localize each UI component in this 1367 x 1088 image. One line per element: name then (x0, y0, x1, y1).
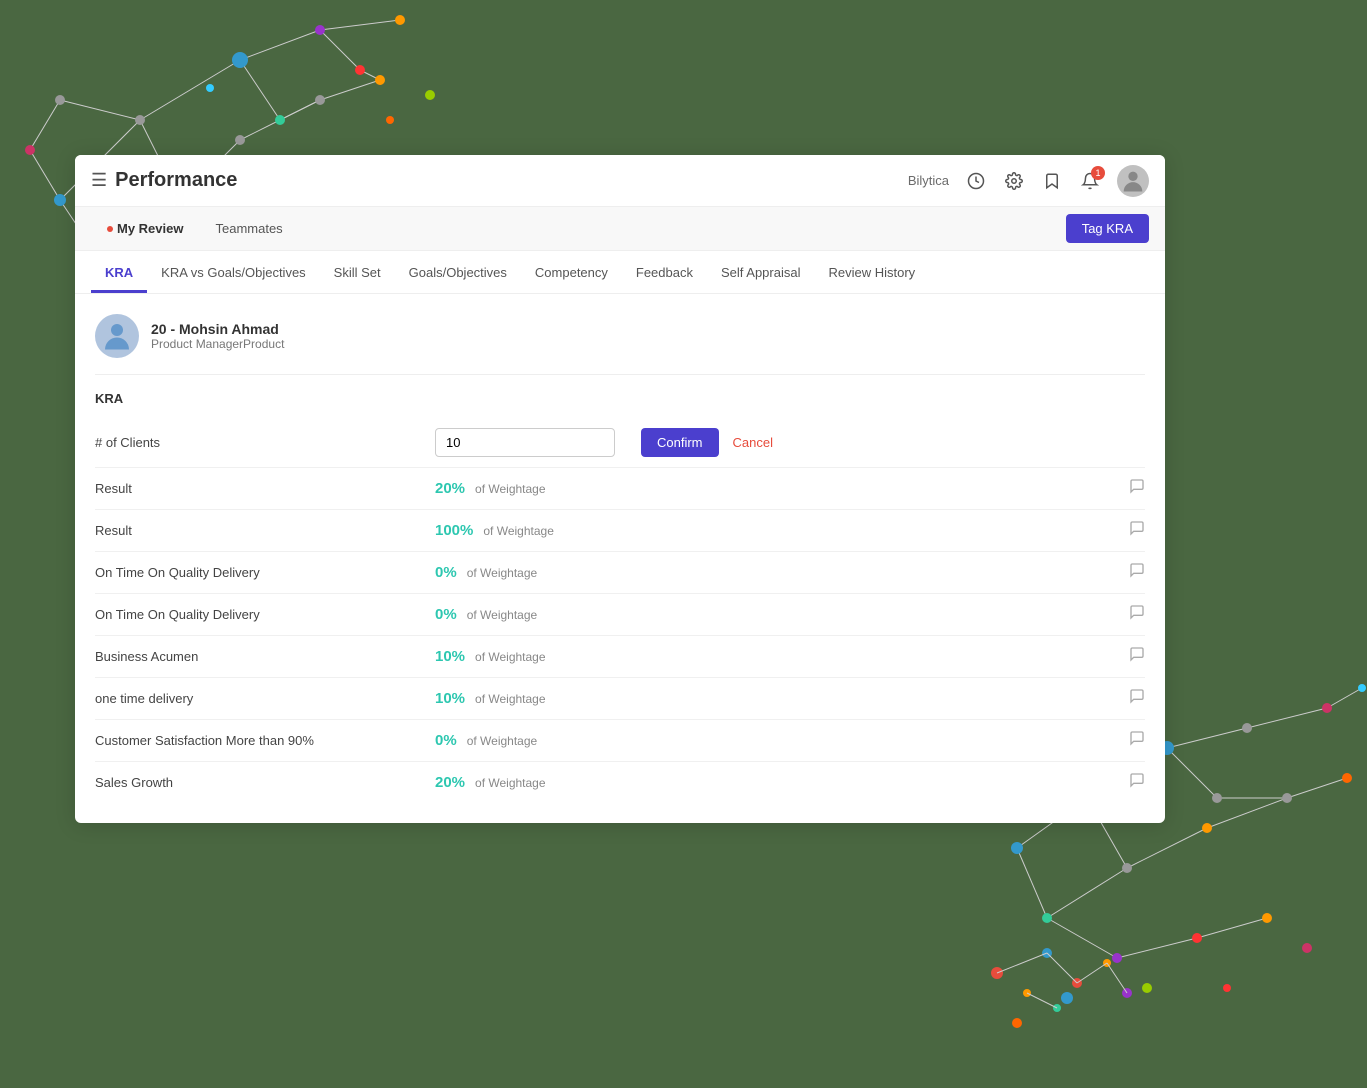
weightage-value: 100% (435, 522, 473, 539)
weightage-value: 20% (435, 480, 465, 497)
comment-icon[interactable] (1129, 688, 1145, 709)
clock-icon[interactable] (965, 170, 987, 192)
hamburger-icon[interactable]: ☰ (91, 170, 107, 191)
kra-rows-container: Result 20% of Weightage Result 100% of W… (95, 468, 1145, 803)
weightage-suffix: of Weightage (467, 566, 538, 580)
tab-kra[interactable]: KRA (91, 251, 147, 293)
weightage-value: 20% (435, 774, 465, 791)
user-name: 20 - Mohsin Ahmad (151, 321, 284, 337)
tab-my-review[interactable]: My Review (91, 211, 199, 246)
kra-input-value-area: Confirm Cancel (435, 428, 1145, 457)
notification-badge: 1 (1091, 166, 1105, 180)
kra-row: Result 20% of Weightage (95, 468, 1145, 510)
kra-row-label: Customer Satisfaction More than 90% (95, 733, 435, 748)
kra-input-row: # of Clients Confirm Cancel (95, 418, 1145, 468)
user-details: 20 - Mohsin Ahmad Product ManagerProduct (151, 321, 284, 351)
kra-row: Customer Satisfaction More than 90% 0% o… (95, 720, 1145, 762)
kra-row: Result 100% of Weightage (95, 510, 1145, 552)
kra-row-value-area: 20% of Weightage (435, 478, 1145, 499)
weightage-value: 0% (435, 564, 457, 581)
kra-row: Business Acumen 10% of Weightage (95, 636, 1145, 678)
app-title: Performance (115, 169, 237, 192)
navbar-right: Bilytica (908, 165, 1149, 197)
kra-row-label: Sales Growth (95, 775, 435, 790)
tab-teammates[interactable]: Teammates (199, 211, 298, 246)
tab-review-history[interactable]: Review History (814, 251, 929, 293)
weightage-suffix: of Weightage (475, 692, 546, 706)
kra-input-label: # of Clients (95, 435, 435, 450)
cancel-button[interactable]: Cancel (733, 435, 773, 450)
content-area: 20 - Mohsin Ahmad Product ManagerProduct… (75, 294, 1165, 823)
kra-row-label: On Time On Quality Delivery (95, 565, 435, 580)
weightage-value: 10% (435, 648, 465, 665)
notification-icon[interactable]: 1 (1079, 170, 1101, 192)
weightage-value: 10% (435, 690, 465, 707)
user-role: Product ManagerProduct (151, 337, 284, 351)
confirm-button[interactable]: Confirm (641, 428, 719, 457)
settings-icon[interactable] (1003, 170, 1025, 192)
fire-dot (107, 226, 113, 232)
comment-icon[interactable] (1129, 604, 1145, 625)
section-divider-1 (95, 374, 1145, 375)
kra-row-value-area: 20% of Weightage (435, 772, 1145, 793)
kra-row-value-area: 10% of Weightage (435, 646, 1145, 667)
weightage-value: 0% (435, 606, 457, 623)
bookmark-icon[interactable] (1041, 170, 1063, 192)
kra-row: Sales Growth 20% of Weightage (95, 762, 1145, 803)
kra-row-value-area: 10% of Weightage (435, 688, 1145, 709)
tab-teammates-label: Teammates (215, 221, 282, 236)
navbar-left: ☰ Performance (91, 169, 908, 192)
kra-row-label: Business Acumen (95, 649, 435, 664)
weightage-suffix: of Weightage (475, 650, 546, 664)
sub-navbar: My Review Teammates Tag KRA (75, 207, 1165, 251)
kra-row-label: On Time On Quality Delivery (95, 607, 435, 622)
weightage-suffix: of Weightage (483, 524, 554, 538)
kra-row: one time delivery 10% of Weightage (95, 678, 1145, 720)
tab-kra-vs-goals[interactable]: KRA vs Goals/Objectives (147, 251, 320, 293)
kra-row-label: Result (95, 481, 435, 496)
weightage-suffix: of Weightage (467, 734, 538, 748)
tab-nav: KRA KRA vs Goals/Objectives Skill Set Go… (75, 251, 1165, 294)
comment-icon[interactable] (1129, 646, 1145, 667)
weightage-suffix: of Weightage (475, 776, 546, 790)
bilytica-label: Bilytica (908, 173, 949, 188)
tag-kra-button[interactable]: Tag KRA (1066, 214, 1149, 243)
kra-section-label: KRA (95, 391, 1145, 406)
comment-icon[interactable] (1129, 772, 1145, 793)
kra-row-label: one time delivery (95, 691, 435, 706)
weightage-value: 0% (435, 732, 457, 749)
kra-row: On Time On Quality Delivery 0% of Weight… (95, 552, 1145, 594)
kra-row: On Time On Quality Delivery 0% of Weight… (95, 594, 1145, 636)
kra-row-value-area: 100% of Weightage (435, 520, 1145, 541)
sub-nav-tabs: My Review Teammates (91, 211, 299, 246)
comment-icon[interactable] (1129, 520, 1145, 541)
kra-row-label: Result (95, 523, 435, 538)
user-avatar-large (95, 314, 139, 358)
comment-icon[interactable] (1129, 478, 1145, 499)
user-avatar[interactable] (1117, 165, 1149, 197)
weightage-suffix: of Weightage (467, 608, 538, 622)
tab-goals-objectives[interactable]: Goals/Objectives (395, 251, 521, 293)
kra-row-value-area: 0% of Weightage (435, 604, 1145, 625)
app-container: ☰ Performance Bilytica (75, 155, 1165, 823)
tab-self-appraisal[interactable]: Self Appraisal (707, 251, 815, 293)
navbar: ☰ Performance Bilytica (75, 155, 1165, 207)
tab-skill-set[interactable]: Skill Set (320, 251, 395, 293)
comment-icon[interactable] (1129, 730, 1145, 751)
tab-my-review-label: My Review (117, 221, 183, 236)
user-info: 20 - Mohsin Ahmad Product ManagerProduct (95, 314, 1145, 358)
tab-competency[interactable]: Competency (521, 251, 622, 293)
kra-row-value-area: 0% of Weightage (435, 730, 1145, 751)
comment-icon[interactable] (1129, 562, 1145, 583)
kra-row-value-area: 0% of Weightage (435, 562, 1145, 583)
tab-feedback[interactable]: Feedback (622, 251, 707, 293)
kra-clients-input[interactable] (435, 428, 615, 457)
weightage-suffix: of Weightage (475, 482, 546, 496)
